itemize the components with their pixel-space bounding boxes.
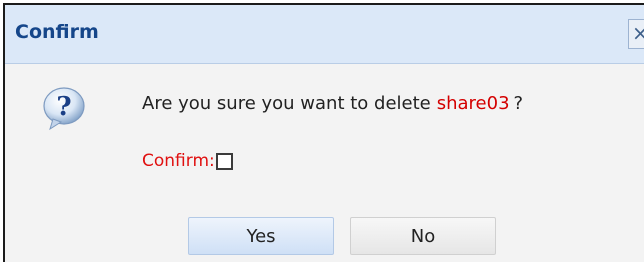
dialog-title: Confirm — [15, 21, 99, 43]
confirm-row: Confirm: — [142, 151, 233, 171]
confirm-label: Confirm: — [142, 151, 215, 171]
close-button[interactable]: × — [628, 19, 644, 49]
confirm-dialog: Confirm × ? Are you sure you want to del… — [3, 3, 644, 262]
message-text: Are you sure you want to delete — [142, 93, 431, 114]
close-icon: × — [632, 21, 644, 45]
no-button[interactable]: No — [350, 217, 496, 255]
svg-text:?: ? — [56, 92, 71, 122]
yes-button[interactable]: Yes — [188, 217, 334, 255]
confirm-checkbox[interactable] — [215, 152, 233, 170]
message-suffix: ? — [513, 93, 524, 114]
question-icon: ? — [43, 87, 85, 131]
item-name: share03 — [436, 93, 510, 114]
dialog-titlebar[interactable]: Confirm × — [5, 5, 644, 64]
confirm-message: Are you sure you want to delete share03? — [142, 93, 523, 114]
